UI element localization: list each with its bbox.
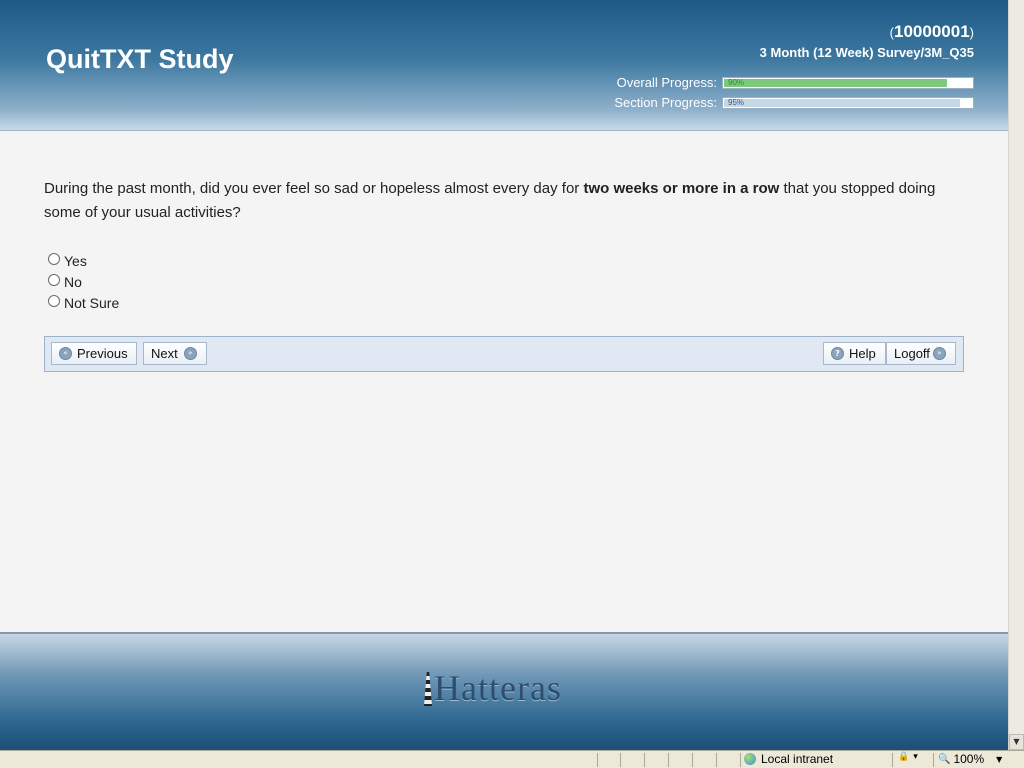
radio-button[interactable] xyxy=(48,274,60,286)
option-no[interactable]: No xyxy=(48,271,119,292)
status-divider xyxy=(892,753,893,767)
zoom-control[interactable]: 🔍 100% ▼ xyxy=(938,752,1002,766)
scroll-down-arrow-icon[interactable]: ▼ xyxy=(1009,734,1024,750)
paren-close: ) xyxy=(969,25,974,40)
status-divider xyxy=(933,753,934,767)
option-label: Yes xyxy=(64,252,87,269)
section-progress: Section Progress: 95% xyxy=(614,95,974,110)
section-progress-label: Section Progress: xyxy=(614,95,717,110)
next-button[interactable]: Next » xyxy=(143,342,207,365)
status-divider xyxy=(692,753,693,767)
overall-progress-value: 90% xyxy=(728,77,745,87)
security-zone[interactable]: Local intranet xyxy=(744,752,833,766)
logoff-label: Logoff xyxy=(894,346,930,361)
overall-progress: Overall Progress: 90% xyxy=(617,75,974,90)
overall-progress-bar: 90% xyxy=(722,76,974,89)
study-title: QuitTXT Study xyxy=(46,44,234,74)
logo-text: Hatteras xyxy=(434,668,562,708)
chevron-down-icon: ▼ xyxy=(996,754,1003,764)
option-yes[interactable]: Yes xyxy=(48,250,119,271)
overall-progress-fill xyxy=(724,78,948,87)
participant-id: 10000001 xyxy=(894,22,970,41)
option-not-sure[interactable]: Not Sure xyxy=(48,292,119,313)
status-divider xyxy=(668,753,669,767)
browser-status-bar: Local intranet 🔒 ▾ 🔍 100% ▼ xyxy=(0,750,1024,768)
magnifier-icon: 🔍 xyxy=(938,753,951,765)
globe-icon xyxy=(744,753,756,765)
status-divider xyxy=(716,753,717,767)
lock-icon: 🔒 xyxy=(898,752,910,762)
previous-label: Previous xyxy=(77,346,128,361)
help-label: Help xyxy=(849,346,876,361)
section-progress-fill xyxy=(724,98,960,107)
page-header: QuitTXT Study (10000001) 3 Month (12 Wee… xyxy=(0,0,1008,131)
overall-progress-label: Overall Progress: xyxy=(616,75,717,90)
vertical-scrollbar[interactable]: ▼ xyxy=(1008,0,1024,750)
previous-button[interactable]: « Previous xyxy=(51,342,137,365)
navigation-bar: « Previous Next » ? Help Logoff » xyxy=(44,336,964,372)
option-label: Not Sure xyxy=(64,294,120,311)
question-icon: ? xyxy=(831,347,844,360)
status-divider xyxy=(620,753,621,767)
next-label: Next xyxy=(151,346,178,361)
logoff-button[interactable]: Logoff » xyxy=(886,342,956,365)
double-right-arrow-icon: » xyxy=(183,347,197,360)
section-progress-value: 95% xyxy=(728,97,745,107)
zone-label: Local intranet xyxy=(761,752,834,766)
radio-button[interactable] xyxy=(48,295,60,307)
status-divider xyxy=(597,753,598,767)
help-button[interactable]: ? Help xyxy=(823,342,886,365)
double-right-arrow-icon: » xyxy=(932,347,946,360)
hatteras-logo: Hatteras xyxy=(424,668,562,708)
protected-mode[interactable]: 🔒 ▾ xyxy=(898,752,918,762)
question-text: During the past month, did you ever feel… xyxy=(44,177,974,225)
survey-path: 3 Month (12 Week) Survey/3M_Q35 xyxy=(759,45,974,60)
radio-button[interactable] xyxy=(48,253,60,265)
status-divider xyxy=(644,753,645,767)
zoom-level: 100% xyxy=(953,752,985,766)
option-label: No xyxy=(64,273,82,290)
page-footer: Hatteras xyxy=(0,632,1008,752)
participant-id-line: (10000001) xyxy=(890,22,974,42)
chevron-down-icon: ▾ xyxy=(913,752,918,762)
question-text-part: During the past month, did you ever feel… xyxy=(44,180,584,197)
section-progress-bar: 95% xyxy=(722,96,974,109)
double-left-arrow-icon: « xyxy=(59,347,72,360)
answer-options: Yes No Not Sure xyxy=(48,250,119,313)
status-divider xyxy=(740,753,741,767)
question-emphasis: two weeks or more in a row xyxy=(583,180,780,197)
lighthouse-icon xyxy=(424,672,432,706)
